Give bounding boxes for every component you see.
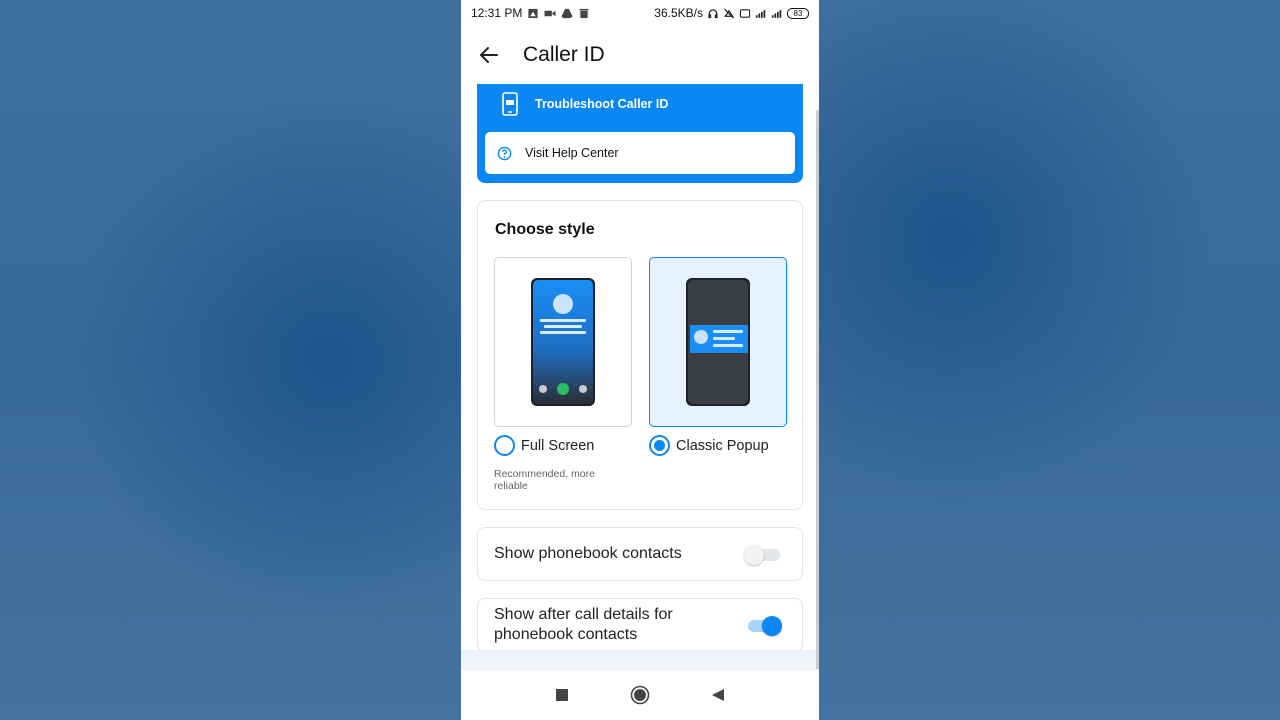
troubleshoot-row[interactable]: Troubleshoot Caller ID [501,92,668,116]
mute-icon [723,7,735,19]
network-speed: 36.5KB/s [654,6,703,20]
classic-popup-preview[interactable] [649,257,787,427]
square-icon [556,689,568,701]
page-title: Caller ID [523,43,605,66]
full-screen-note: Recommended, more reliable [494,468,595,492]
notification-icon [528,8,538,18]
show-after-call-details-label: Show after call details for phonebook co… [494,606,673,643]
show-phonebook-contacts-row[interactable]: Show phonebook contacts [477,527,803,581]
back-button[interactable] [461,26,517,84]
full-screen-phone-illustration [531,278,595,406]
show-phonebook-contacts-toggle[interactable] [744,543,782,565]
status-time: 12:31 PM [471,6,523,20]
navigation-bar [461,669,819,720]
app-bar: Caller ID [461,26,819,84]
phone-card-icon [502,92,518,116]
circle-icon [630,685,650,705]
headphones-icon [708,8,718,18]
show-phonebook-contacts-label: Show phonebook contacts [494,545,682,562]
phone-screen: 12:31 PM 36.5KB/s 83 Caller ID Troublesh… [461,0,819,720]
radio-classic-popup[interactable]: Classic Popup [649,435,769,456]
signal-4g-icon [755,9,766,18]
arrow-left-icon [480,47,498,63]
classic-popup-label: Classic Popup [676,437,769,454]
choose-style-card: Choose style Full Screen Classic Popup R… [477,200,803,510]
help-circle-icon [497,146,512,160]
volte-icon [739,8,751,18]
full-screen-label: Full Screen [521,437,595,454]
scrollbar[interactable] [816,110,819,670]
classic-popup-phone-illustration [686,278,750,406]
troubleshoot-card: Troubleshoot Caller ID Visit Help Center [477,84,803,183]
show-after-call-details-row[interactable]: Show after call details for phonebook co… [477,598,803,652]
help-center-label: Visit Help Center [525,146,619,160]
radio-full-screen[interactable]: Full Screen [494,435,594,456]
nav-recents-button[interactable] [551,684,573,706]
nav-back-button[interactable] [707,684,729,706]
choose-style-title: Choose style [495,221,595,238]
radio-button-classic-popup[interactable] [649,435,670,456]
signal-icon [771,9,782,18]
visit-help-center-button[interactable]: Visit Help Center [485,132,795,174]
full-screen-preview[interactable] [494,257,632,427]
video-icon [544,10,556,16]
bottom-fade [461,650,819,670]
status-bar: 12:31 PM 36.5KB/s 83 [461,0,819,26]
radio-button-full-screen[interactable] [494,435,515,456]
battery-indicator: 83 [787,7,809,19]
nav-home-button[interactable] [629,684,651,706]
troubleshoot-label: Troubleshoot Caller ID [535,97,669,111]
trash-icon [579,8,589,18]
show-after-call-details-toggle[interactable] [746,614,782,636]
triangle-back-icon [712,689,724,701]
drive-icon [561,8,573,18]
